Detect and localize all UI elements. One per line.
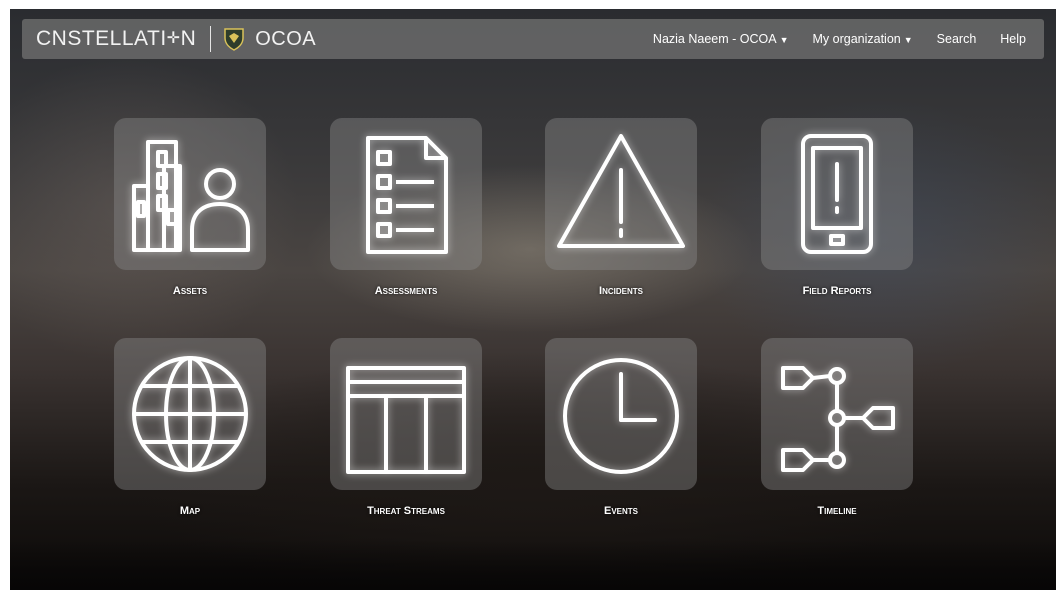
timeline-icon	[781, 366, 895, 472]
organization-menu[interactable]: My organization ▼	[813, 32, 913, 46]
user-menu[interactable]: Nazia Naeem - OCOA ▼	[653, 32, 789, 46]
tile-label-incidents: Incidents	[599, 285, 643, 297]
tile-label-timeline: Timeline	[817, 505, 857, 517]
tile-label-field-reports: Field Reports	[802, 285, 872, 297]
tile-label-assets: Assets	[172, 285, 208, 297]
constellation-logo: CNSTELLATI✛N	[36, 27, 197, 50]
tile-threat-streams[interactable]	[330, 338, 482, 490]
checklist-icon	[366, 136, 448, 254]
tile-incidents[interactable]	[545, 118, 697, 270]
background-image: CNSTELLATI✛N OCOA Nazia Naeem - OCOA ▼ My…	[10, 9, 1056, 590]
organization-name: OCOA	[255, 27, 317, 50]
assets-icon	[132, 140, 250, 252]
clock-icon	[563, 358, 679, 474]
tile-label-map: Map	[179, 505, 201, 517]
caret-down-icon: ▼	[903, 35, 913, 45]
help-link[interactable]: Help	[1000, 32, 1026, 46]
columns-icon	[346, 366, 466, 474]
top-navbar: CNSTELLATI✛N OCOA Nazia Naeem - OCOA ▼ My…	[22, 19, 1044, 59]
mobile-alert-icon	[801, 134, 873, 254]
tile-map[interactable]	[114, 338, 266, 490]
brand[interactable]: CNSTELLATI✛N OCOA	[36, 19, 316, 59]
tile-assessments[interactable]	[330, 118, 482, 270]
warning-icon	[557, 134, 685, 248]
tile-field-reports[interactable]	[761, 118, 913, 270]
caret-down-icon: ▼	[779, 35, 789, 45]
brand-divider	[210, 26, 212, 52]
organization-shield-icon	[224, 28, 244, 51]
star-logo-icon: ✛	[166, 30, 181, 47]
tile-label-assessments: Assessments	[374, 285, 438, 297]
tile-assets[interactable]	[114, 118, 266, 270]
tile-label-threat-streams: Threat Streams	[367, 505, 445, 517]
search-link[interactable]: Search	[937, 32, 977, 46]
globe-icon	[132, 356, 248, 472]
tile-events[interactable]	[545, 338, 697, 490]
tile-label-events: Events	[603, 505, 638, 517]
tile-timeline[interactable]	[761, 338, 913, 490]
